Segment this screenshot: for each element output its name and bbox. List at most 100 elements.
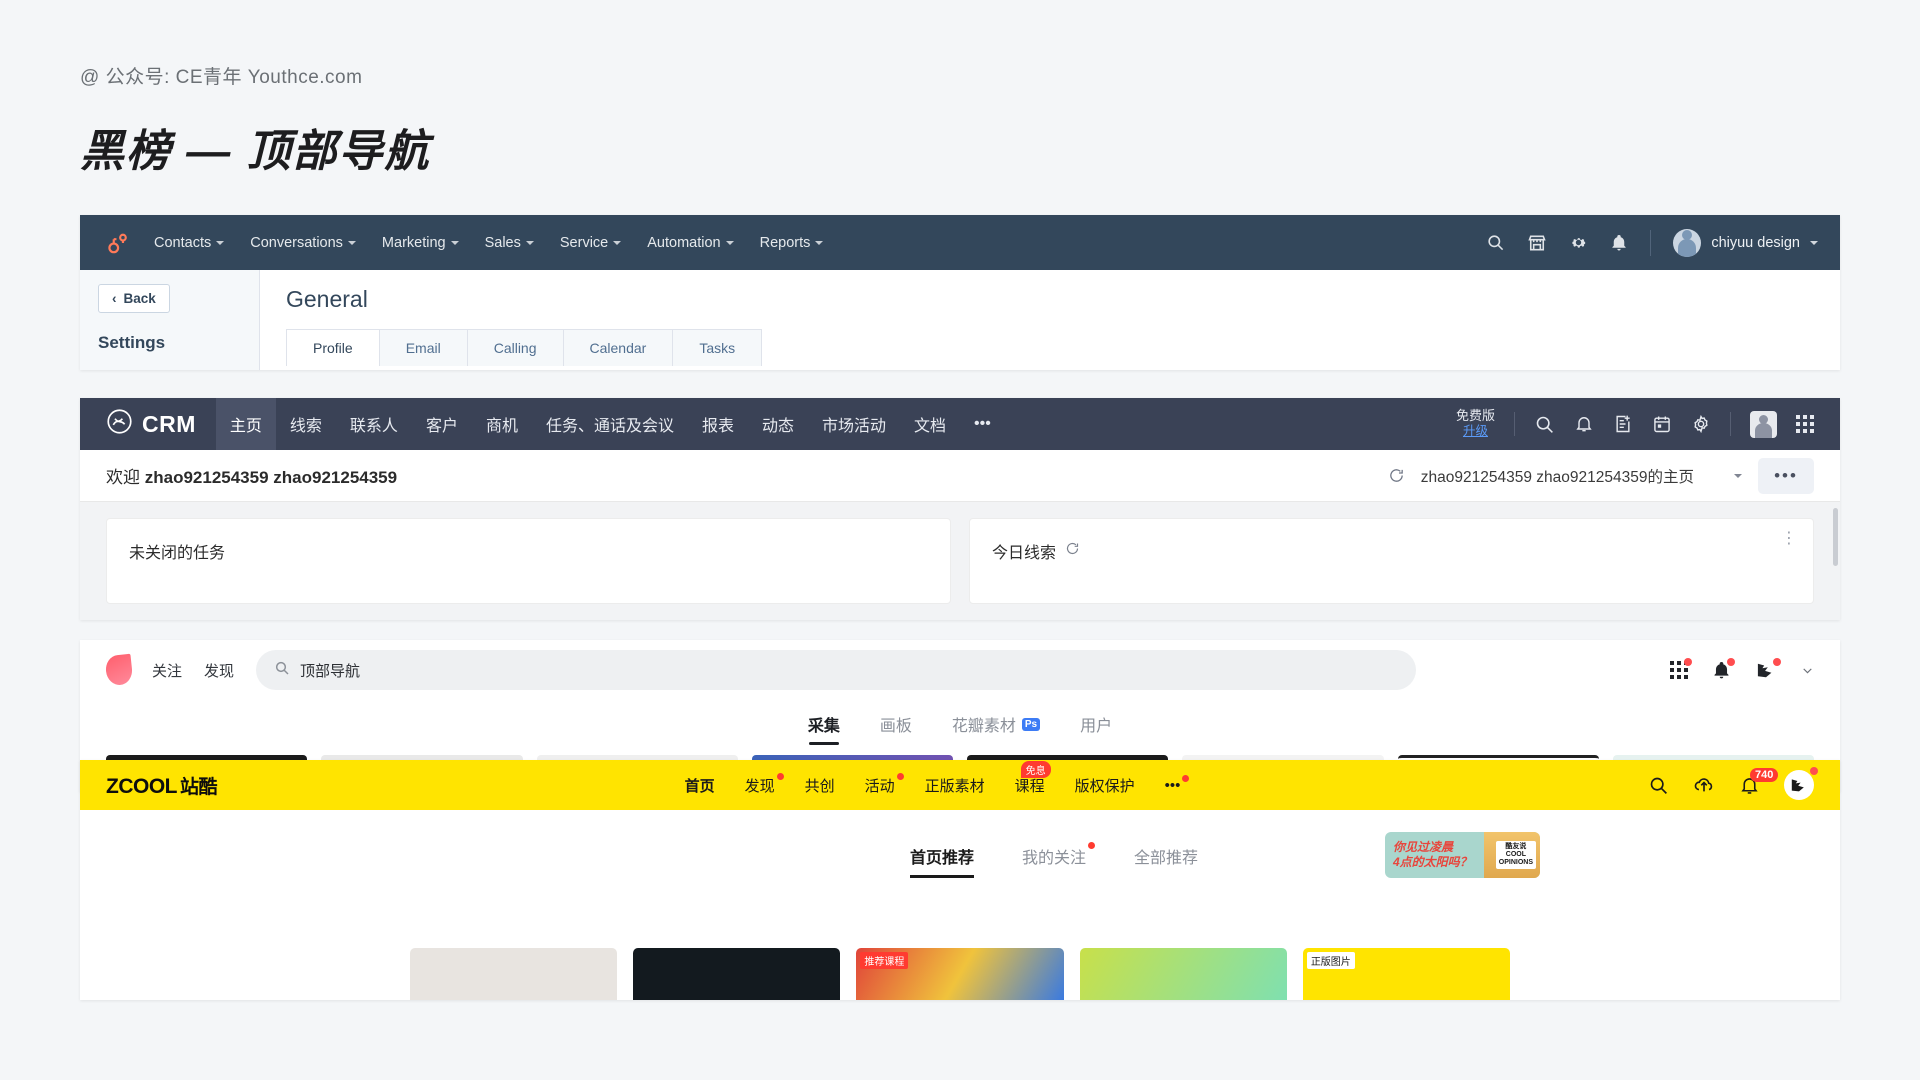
hubspot-menu-service[interactable]: Service xyxy=(560,235,622,251)
gear-icon[interactable] xyxy=(1569,233,1588,252)
tab-calling[interactable]: Calling xyxy=(467,329,564,366)
hubspot-user-menu[interactable]: chiyuu design xyxy=(1673,228,1818,257)
tab-my-following[interactable]: 我的关注 xyxy=(1022,842,1096,878)
zcool-menu-home[interactable]: 首页 xyxy=(685,775,715,796)
user-name: chiyuu design xyxy=(1711,234,1800,251)
upload-cloud-icon[interactable] xyxy=(1693,774,1715,796)
calendar-icon[interactable] xyxy=(1652,414,1672,434)
gear-icon[interactable] xyxy=(1691,414,1711,434)
crm-menu-leads[interactable]: 线索 xyxy=(276,398,336,450)
avatar xyxy=(1673,228,1702,257)
search-icon[interactable] xyxy=(1648,775,1669,796)
thumb-card[interactable] xyxy=(1079,948,1287,1000)
zcool-actions: 740 xyxy=(1648,767,1818,800)
bell-icon[interactable] xyxy=(1610,234,1628,252)
chevron-down-icon xyxy=(216,240,225,245)
zcool-menu-events[interactable]: 活动 xyxy=(865,772,904,796)
avatar[interactable] xyxy=(1783,767,1818,800)
hubspot-menu-contacts[interactable]: Contacts xyxy=(154,235,225,251)
crm-menu-activity[interactable]: 动态 xyxy=(748,398,808,450)
chevron-down-icon[interactable] xyxy=(1801,664,1814,677)
crm-brand[interactable]: CRM xyxy=(80,408,216,440)
app-grid-icon[interactable] xyxy=(1796,415,1814,433)
scrollbar-thumb[interactable] xyxy=(1833,508,1838,566)
thumb-card[interactable] xyxy=(633,948,841,1000)
crm-menu-documents[interactable]: 文档 xyxy=(900,398,960,450)
bell-icon[interactable] xyxy=(1574,414,1594,434)
huaban-petal-icon[interactable] xyxy=(106,655,132,685)
zcool-tabs: 首页推荐 我的关注 全部推荐 xyxy=(80,810,1840,878)
marketplace-icon[interactable] xyxy=(1527,233,1547,253)
note-add-icon[interactable] xyxy=(1613,414,1633,434)
card-menu-icon[interactable]: ⋮ xyxy=(1781,531,1797,547)
zcool-menu-copyright[interactable]: 版权保护 xyxy=(1075,775,1135,796)
zcool-menu-more[interactable]: ••• xyxy=(1165,774,1190,794)
thumb-card[interactable] xyxy=(410,948,618,1000)
bell-icon[interactable]: 740 xyxy=(1739,767,1779,796)
crm-menu-tasks-calls-meetings[interactable]: 任务、通话及会议 xyxy=(532,398,688,450)
zcool-menu-stock[interactable]: 正版素材 xyxy=(925,775,985,796)
notification-dot xyxy=(1182,774,1190,782)
promo-banner[interactable]: 你见过凌晨 4点的太阳吗？ 酷友说 COOL OPINIONS xyxy=(1385,832,1540,878)
zcool-logo-en: ZCOOL xyxy=(106,774,178,798)
hubspot-menu-marketing[interactable]: Marketing xyxy=(382,235,459,251)
app-grid-icon[interactable] xyxy=(1670,658,1692,679)
crm-menu-reports[interactable]: 报表 xyxy=(688,398,748,450)
avatar[interactable] xyxy=(1755,658,1781,679)
tab-all-recommend[interactable]: 全部推荐 xyxy=(1134,844,1198,878)
back-button[interactable]: ‹ Back xyxy=(98,284,170,313)
tab-tasks[interactable]: Tasks xyxy=(673,329,763,366)
huaban-link-discover[interactable]: 发现 xyxy=(204,660,234,681)
hubspot-menu-reports[interactable]: Reports xyxy=(760,235,824,251)
hubspot-menu-conversations[interactable]: Conversations xyxy=(250,235,356,251)
tab-boards[interactable]: 画板 xyxy=(880,712,912,745)
hubspot-menu-sales[interactable]: Sales xyxy=(485,235,534,251)
search-icon[interactable] xyxy=(1534,414,1555,435)
hubspot-settings-tabs: Profile Email Calling Calendar Tasks xyxy=(286,329,1814,366)
upgrade-link[interactable]: 升级 xyxy=(1456,424,1495,438)
crm-menu-opportunities[interactable]: 商机 xyxy=(472,398,532,450)
hubspot-menu-automation[interactable]: Automation xyxy=(647,235,734,251)
avatar[interactable] xyxy=(1750,410,1777,438)
tab-collect[interactable]: 采集 xyxy=(808,712,840,745)
tab-calendar[interactable]: Calendar xyxy=(563,329,674,366)
zcool-menu-courses[interactable]: 课程 免息 xyxy=(1015,760,1051,796)
search-icon[interactable] xyxy=(1486,233,1505,252)
crm-menu-more[interactable]: ••• xyxy=(960,398,1005,450)
zcool-menu-cocreate[interactable]: 共创 xyxy=(805,775,835,796)
dashboard-select[interactable]: zhao921254359 zhao921254359的主页 xyxy=(1421,465,1742,487)
tab-materials[interactable]: 花瓣素材 Ps xyxy=(952,712,1041,745)
crm-menu-campaigns[interactable]: 市场活动 xyxy=(808,398,900,450)
chevron-down-icon xyxy=(525,240,534,245)
search-input[interactable]: 顶部导航 xyxy=(256,650,1417,690)
hubspot-sprocket-icon[interactable] xyxy=(102,228,132,258)
refresh-icon[interactable] xyxy=(1388,467,1405,484)
tab-label: 首页推荐 xyxy=(910,850,975,867)
more-actions-button[interactable]: ••• xyxy=(1758,457,1814,494)
label: Conversations xyxy=(250,234,343,251)
tab-profile[interactable]: Profile xyxy=(286,329,380,366)
huaban-link-following[interactable]: 关注 xyxy=(152,660,182,681)
tab-label: 全部推荐 xyxy=(1134,850,1199,867)
notification-dot xyxy=(1809,767,1818,775)
tab-home-recommend[interactable]: 首页推荐 xyxy=(910,844,975,878)
chevron-down-icon xyxy=(1734,473,1742,478)
thumb-card[interactable]: 推荐课程 xyxy=(856,948,1064,1000)
tab-users[interactable]: 用户 xyxy=(1080,712,1112,745)
crm-menu: 主页 线索 联系人 客户 商机 任务、通话及会议 报表 动态 市场活动 文档 •… xyxy=(215,398,1005,450)
zcool-thumb-row: 推荐课程 正版图片 xyxy=(80,948,1840,1000)
bell-icon[interactable] xyxy=(1712,657,1735,680)
plan-upgrade[interactable]: 免费版 升级 xyxy=(1456,408,1495,438)
thumb-card[interactable]: 正版图片 xyxy=(1302,948,1511,1000)
crm-menu-home[interactable]: 主页 xyxy=(215,398,276,450)
crm-menu-contacts[interactable]: 联系人 xyxy=(336,398,412,450)
crm-top-nav: CRM 主页 线索 联系人 客户 商机 任务、通话及会议 报表 动态 市场活动 … xyxy=(80,398,1840,450)
refresh-icon[interactable] xyxy=(1065,541,1080,561)
banner-text: 你见过凌晨 4点的太阳吗？ xyxy=(1385,840,1472,870)
card-today-leads: 今日线索 ⋮ xyxy=(969,518,1814,604)
crm-menu-customers[interactable]: 客户 xyxy=(412,398,472,450)
tab-email[interactable]: Email xyxy=(379,329,468,366)
zcool-logo[interactable]: ZCOOL 站酷 xyxy=(106,772,218,799)
huaban-tabs: 采集 画板 花瓣素材 Ps 用户 xyxy=(80,700,1840,745)
zcool-menu-discover[interactable]: 发现 xyxy=(745,772,784,796)
